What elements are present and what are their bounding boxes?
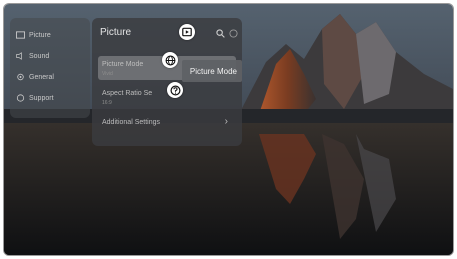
- panel-title: Picture: [100, 27, 132, 38]
- speaker-icon: [16, 52, 22, 60]
- side-item-picture[interactable]: Picture: [16, 28, 86, 42]
- help-icon[interactable]: [229, 29, 238, 38]
- row-label: Picture Mode: [102, 61, 144, 68]
- picture-mode-tooltip: Picture Mode: [182, 60, 242, 82]
- support-icon: [16, 94, 25, 102]
- picture-icon: [16, 31, 25, 39]
- question-icon[interactable]: [167, 82, 183, 98]
- tv-screen: Picture Sound General Support Picture Pi…: [3, 3, 454, 256]
- side-item-label: Sound: [29, 52, 50, 60]
- row-value: 16:9: [102, 100, 112, 106]
- row-label: Additional Settings: [102, 119, 160, 126]
- picture-settings-panel: Picture Picture Mode Vivid Aspect Ratio …: [92, 18, 242, 146]
- row-value: Vivid: [102, 71, 113, 77]
- gear-icon: [17, 73, 24, 81]
- side-item-label: Picture: [29, 31, 51, 39]
- chevron-right-icon: ›: [224, 116, 228, 127]
- play-icon[interactable]: [179, 24, 195, 40]
- side-item-label: General: [29, 73, 54, 81]
- side-item-label: Support: [29, 94, 54, 102]
- row-label: Aspect Ratio Se: [102, 90, 153, 97]
- additional-settings-row[interactable]: Additional Settings ›: [98, 114, 236, 132]
- settings-side-menu: Picture Sound General Support: [10, 18, 90, 118]
- side-item-general[interactable]: General: [16, 70, 86, 84]
- search-icon[interactable]: [216, 29, 225, 38]
- side-item-support[interactable]: Support: [16, 91, 86, 105]
- side-item-sound[interactable]: Sound: [16, 49, 86, 63]
- globe-icon[interactable]: [162, 52, 178, 68]
